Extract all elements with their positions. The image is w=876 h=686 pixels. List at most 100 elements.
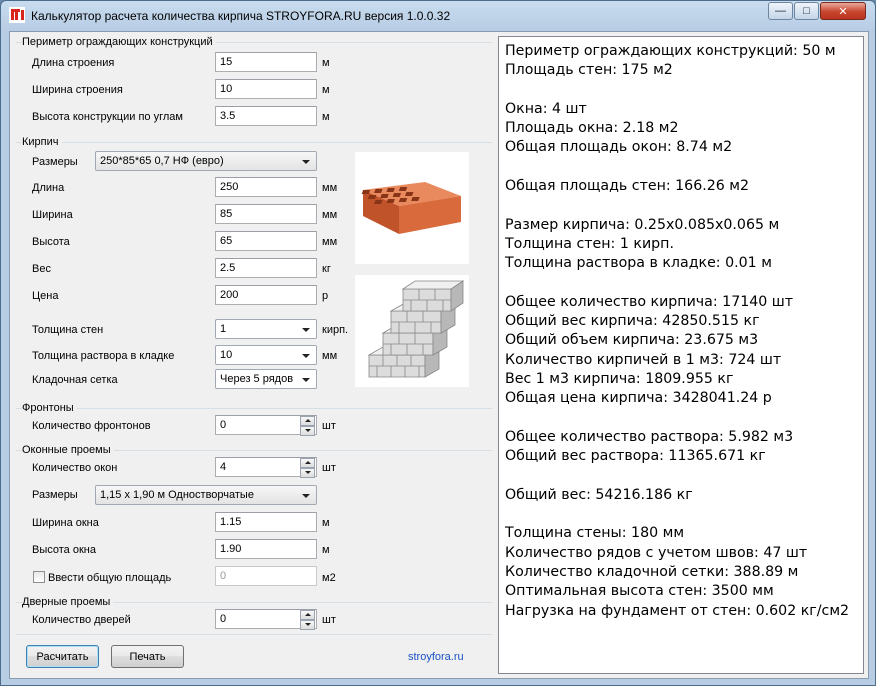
wall-thickness-label: Толщина стен (32, 324, 104, 336)
brick-image (355, 152, 469, 264)
gable-count-label: Количество фронтонов (32, 420, 151, 432)
spin-up-icon[interactable] (300, 458, 315, 468)
total-area-checkbox[interactable] (33, 571, 45, 583)
door-count-unit: шт (322, 614, 336, 626)
mesh-select[interactable]: Через 5 рядов (215, 369, 317, 389)
spin-up-icon[interactable] (300, 416, 315, 426)
group-divider (16, 408, 492, 409)
result-line: Толщина раствора в кладке: 0.01 м (505, 255, 772, 272)
brick-size-label: Размеры (32, 156, 78, 168)
brick-price-input[interactable]: 200 (215, 285, 317, 305)
result-line: Нагрузка на фундамент от стен: 0.602 кг/… (505, 602, 850, 619)
window-count-spinner[interactable] (300, 458, 315, 478)
building-length-input[interactable]: 15 (215, 52, 317, 72)
brick-icon (361, 182, 461, 234)
group-divider (16, 142, 492, 143)
total-area-unit: м2 (322, 572, 336, 584)
website-link[interactable]: stroyfora.ru (408, 651, 464, 663)
window-height-label: Высота окна (32, 544, 96, 556)
maximize-button[interactable]: □ (794, 2, 819, 20)
brick-height-label: Высота (32, 236, 70, 248)
group-title-gables: Фронтоны (22, 402, 77, 414)
mortar-thickness-unit: мм (322, 350, 338, 362)
result-line: Периметр ограждающих конструкций: 50 м (505, 43, 836, 59)
result-line: Общий объем кирпича: 23.675 м3 (505, 332, 759, 349)
client-area: Периметр ограждающих конструкций Длина с… (9, 31, 869, 679)
result-line: Общая цена кирпича: 3428041.24 р (505, 390, 772, 407)
window-width-input[interactable]: 1.15 (215, 512, 317, 532)
total-area-input[interactable]: 0 (215, 566, 317, 586)
result-line: Общий вес раствора: 11365.671 кг (505, 448, 766, 465)
calculate-button[interactable]: Расчитать (26, 645, 99, 668)
result-line: Вес 1 м3 кирпича: 1809.955 кг (505, 371, 734, 388)
wall-height-unit: м (322, 111, 330, 123)
building-length-label: Длина строения (32, 57, 115, 69)
brick-size-value: 250*85*65 0,7 НФ (евро) (100, 155, 224, 167)
mortar-thickness-label: Толщина раствора в кладке (32, 350, 175, 362)
group-title-windows: Оконные проемы (22, 444, 114, 456)
building-width-input[interactable]: 10 (215, 79, 317, 99)
minimize-button[interactable]: — (768, 2, 793, 20)
result-line: Количество кладочной сетки: 388.89 м (505, 564, 799, 581)
group-title-brick: Кирпич (22, 136, 62, 148)
spin-up-icon[interactable] (300, 610, 315, 620)
wall-height-input[interactable]: 3.5 (215, 106, 317, 126)
window-height-unit: м (322, 544, 330, 556)
title-bar[interactable]: Калькулятор расчета количества кирпича S… (1, 1, 875, 31)
chevron-down-icon (302, 494, 310, 498)
window-count-unit: шт (322, 462, 336, 474)
result-line: Количество кирпичей в 1 м3: 724 шт (505, 351, 782, 368)
app-logo-icon (9, 7, 25, 23)
brick-wall-icon (367, 280, 465, 378)
mortar-thickness-select[interactable]: 10 (215, 345, 317, 365)
window-size-label: Размеры (32, 489, 78, 501)
brick-width-unit: мм (322, 209, 338, 221)
brick-width-label: Ширина (32, 209, 73, 221)
print-button[interactable]: Печать (111, 645, 184, 668)
result-line: Окна: 4 шт (505, 100, 587, 117)
group-divider (16, 634, 492, 635)
result-line (505, 158, 857, 177)
building-width-label: Ширина строения (32, 84, 123, 96)
brick-size-select[interactable]: 250*85*65 0,7 НФ (евро) (95, 151, 317, 171)
window-height-input[interactable]: 1.90 (215, 539, 317, 559)
spin-down-icon[interactable] (300, 620, 315, 630)
input-panel: Периметр ограждающих конструкций Длина с… (10, 32, 496, 678)
wall-image (355, 275, 469, 387)
close-button[interactable]: ✕ (820, 2, 866, 20)
window-width-unit: м (322, 517, 330, 529)
spin-down-icon[interactable] (300, 426, 315, 436)
app-window: Калькулятор расчета количества кирпича S… (0, 0, 876, 686)
result-line (505, 274, 857, 293)
result-line: Толщина стены: 180 мм (505, 525, 685, 542)
brick-price-label: Цена (32, 290, 59, 302)
wall-thickness-select[interactable]: 1 (215, 319, 317, 339)
brick-width-input[interactable]: 85 (215, 204, 317, 224)
result-line: Общее количество раствора: 5.982 м3 (505, 428, 794, 445)
spin-down-icon[interactable] (300, 468, 315, 478)
brick-height-unit: мм (322, 236, 338, 248)
brick-height-input[interactable]: 65 (215, 231, 317, 251)
result-line: Общее количество кирпича: 17140 шт (505, 293, 794, 310)
brick-weight-input[interactable]: 2.5 (215, 258, 317, 278)
group-title-perimeter: Периметр ограждающих конструкций (22, 36, 216, 48)
result-line (505, 467, 857, 486)
gable-count-spinner[interactable] (300, 416, 315, 436)
result-line (505, 81, 857, 100)
gable-count-unit: шт (322, 420, 336, 432)
total-area-checkbox-label[interactable]: Ввести общую площадь (48, 572, 171, 584)
window-title: Калькулятор расчета количества кирпича S… (31, 9, 451, 23)
window-size-select[interactable]: 1,15 х 1,90 м Одностворчатые (95, 485, 317, 505)
result-line (505, 196, 857, 215)
door-count-spinner[interactable] (300, 610, 315, 630)
window-size-value: 1,15 х 1,90 м Одностворчатые (100, 489, 254, 501)
brick-length-unit: мм (322, 182, 338, 194)
brick-length-input[interactable]: 250 (215, 177, 317, 197)
building-width-unit: м (322, 84, 330, 96)
brick-length-label: Длина (32, 182, 65, 194)
group-title-doors: Дверные проемы (22, 596, 114, 608)
building-length-unit: м (322, 57, 330, 69)
result-line: Толщина стен: 1 кирп. (505, 235, 674, 252)
door-count-label: Количество дверей (32, 614, 131, 626)
results-panel[interactable]: Периметр ограждающих конструкций: 50 м Пл… (498, 36, 864, 674)
